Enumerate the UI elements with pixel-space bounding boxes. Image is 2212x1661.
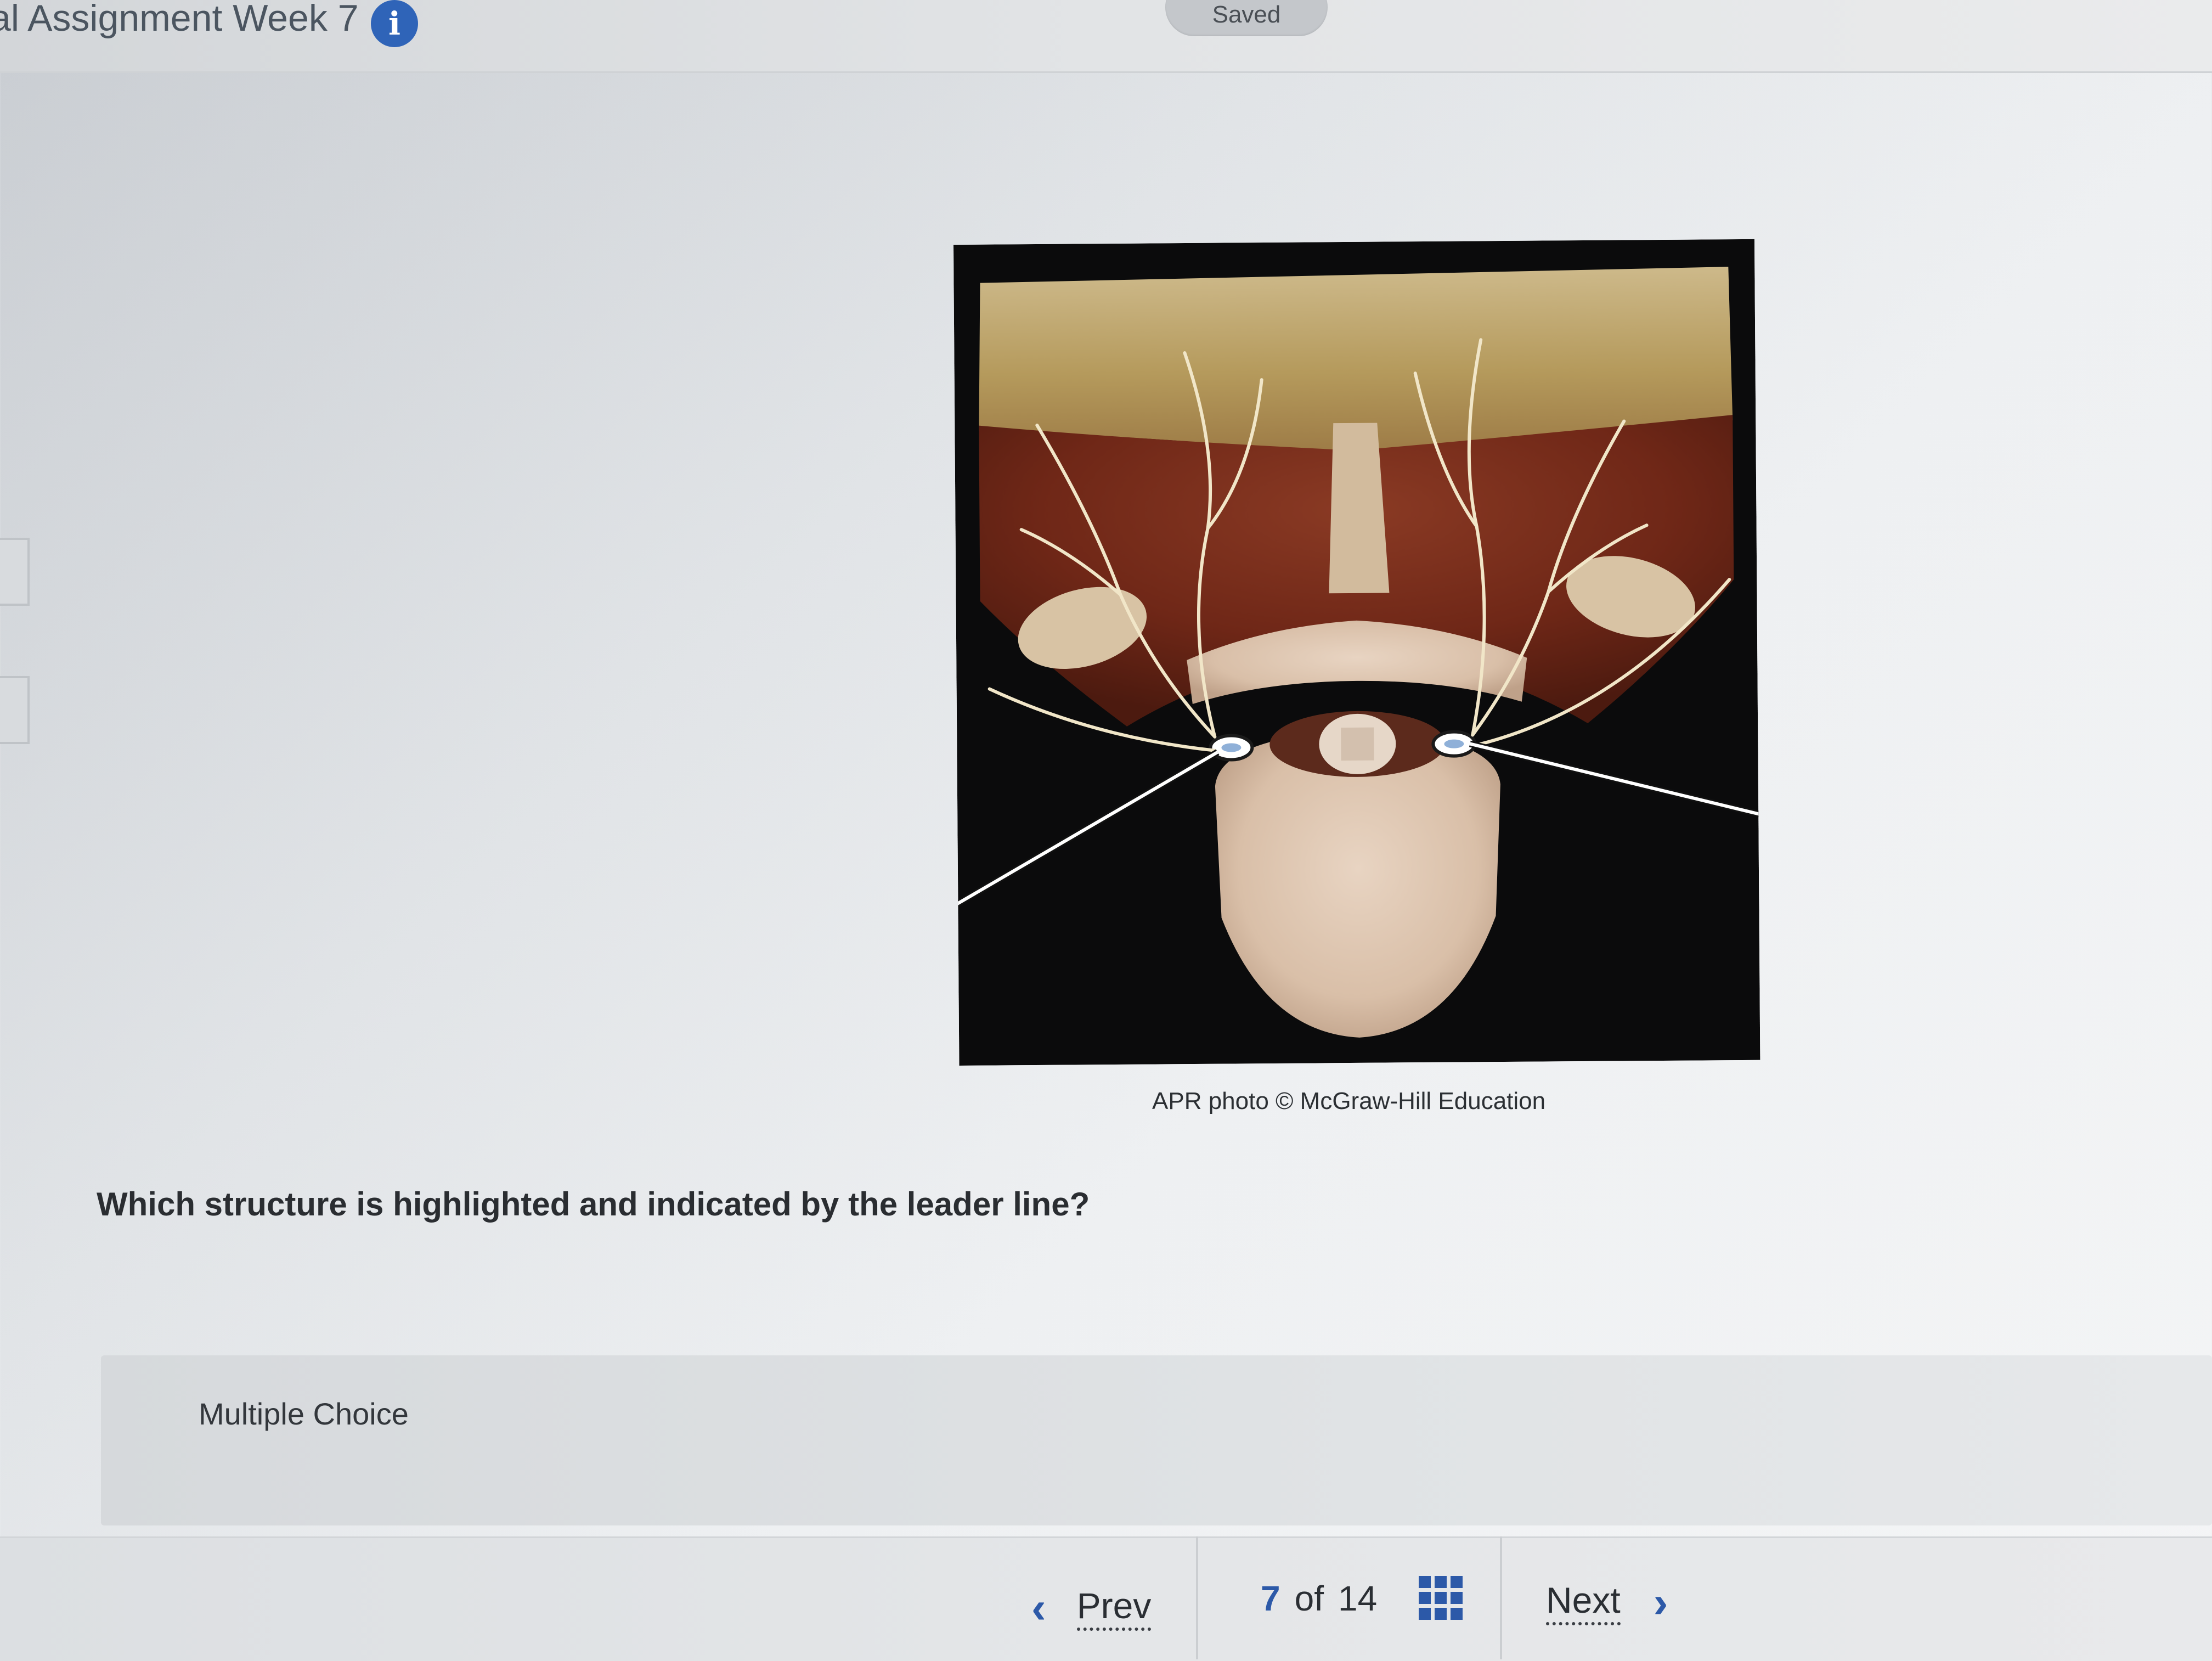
anatomy-photo — [953, 239, 1760, 1066]
side-panel-tab[interactable] — [0, 538, 30, 606]
chevron-left-icon: ‹ — [1031, 1583, 1046, 1632]
page-counter: 7 of 14 — [1261, 1578, 1377, 1619]
total-pages: 14 — [1338, 1579, 1378, 1618]
top-bar: al Assignment Week 7 i Saved — [0, 0, 2212, 73]
saved-status-badge: Saved — [1165, 0, 1328, 36]
image-credit: APR photo © McGraw-Hill Education — [1152, 1088, 1546, 1114]
next-label: Next — [1546, 1579, 1621, 1625]
saved-status-label: Saved — [1212, 1, 1281, 28]
chevron-right-icon: › — [1653, 1578, 1668, 1626]
assignment-title: al Assignment Week 7 — [0, 0, 359, 39]
next-button[interactable]: Next › — [1546, 1575, 1668, 1630]
current-page: 7 — [1261, 1579, 1280, 1618]
question-type-label: Multiple Choice — [199, 1397, 409, 1431]
nav-divider — [1196, 1536, 1198, 1659]
answer-panel: Multiple Choice — [101, 1355, 2212, 1525]
grid-icon[interactable] — [1419, 1576, 1463, 1620]
page-separator: of — [1294, 1579, 1324, 1618]
spinal-cross-section-image — [953, 239, 1760, 1066]
side-panel-tab[interactable] — [0, 676, 30, 744]
question-prompt: Which structure is highlighted and indic… — [97, 1186, 1090, 1223]
prev-label: Prev — [1076, 1585, 1152, 1631]
nav-divider — [1500, 1536, 1502, 1659]
prev-button[interactable]: ‹ Prev — [1031, 1580, 1152, 1635]
info-icon[interactable]: i — [371, 0, 418, 47]
